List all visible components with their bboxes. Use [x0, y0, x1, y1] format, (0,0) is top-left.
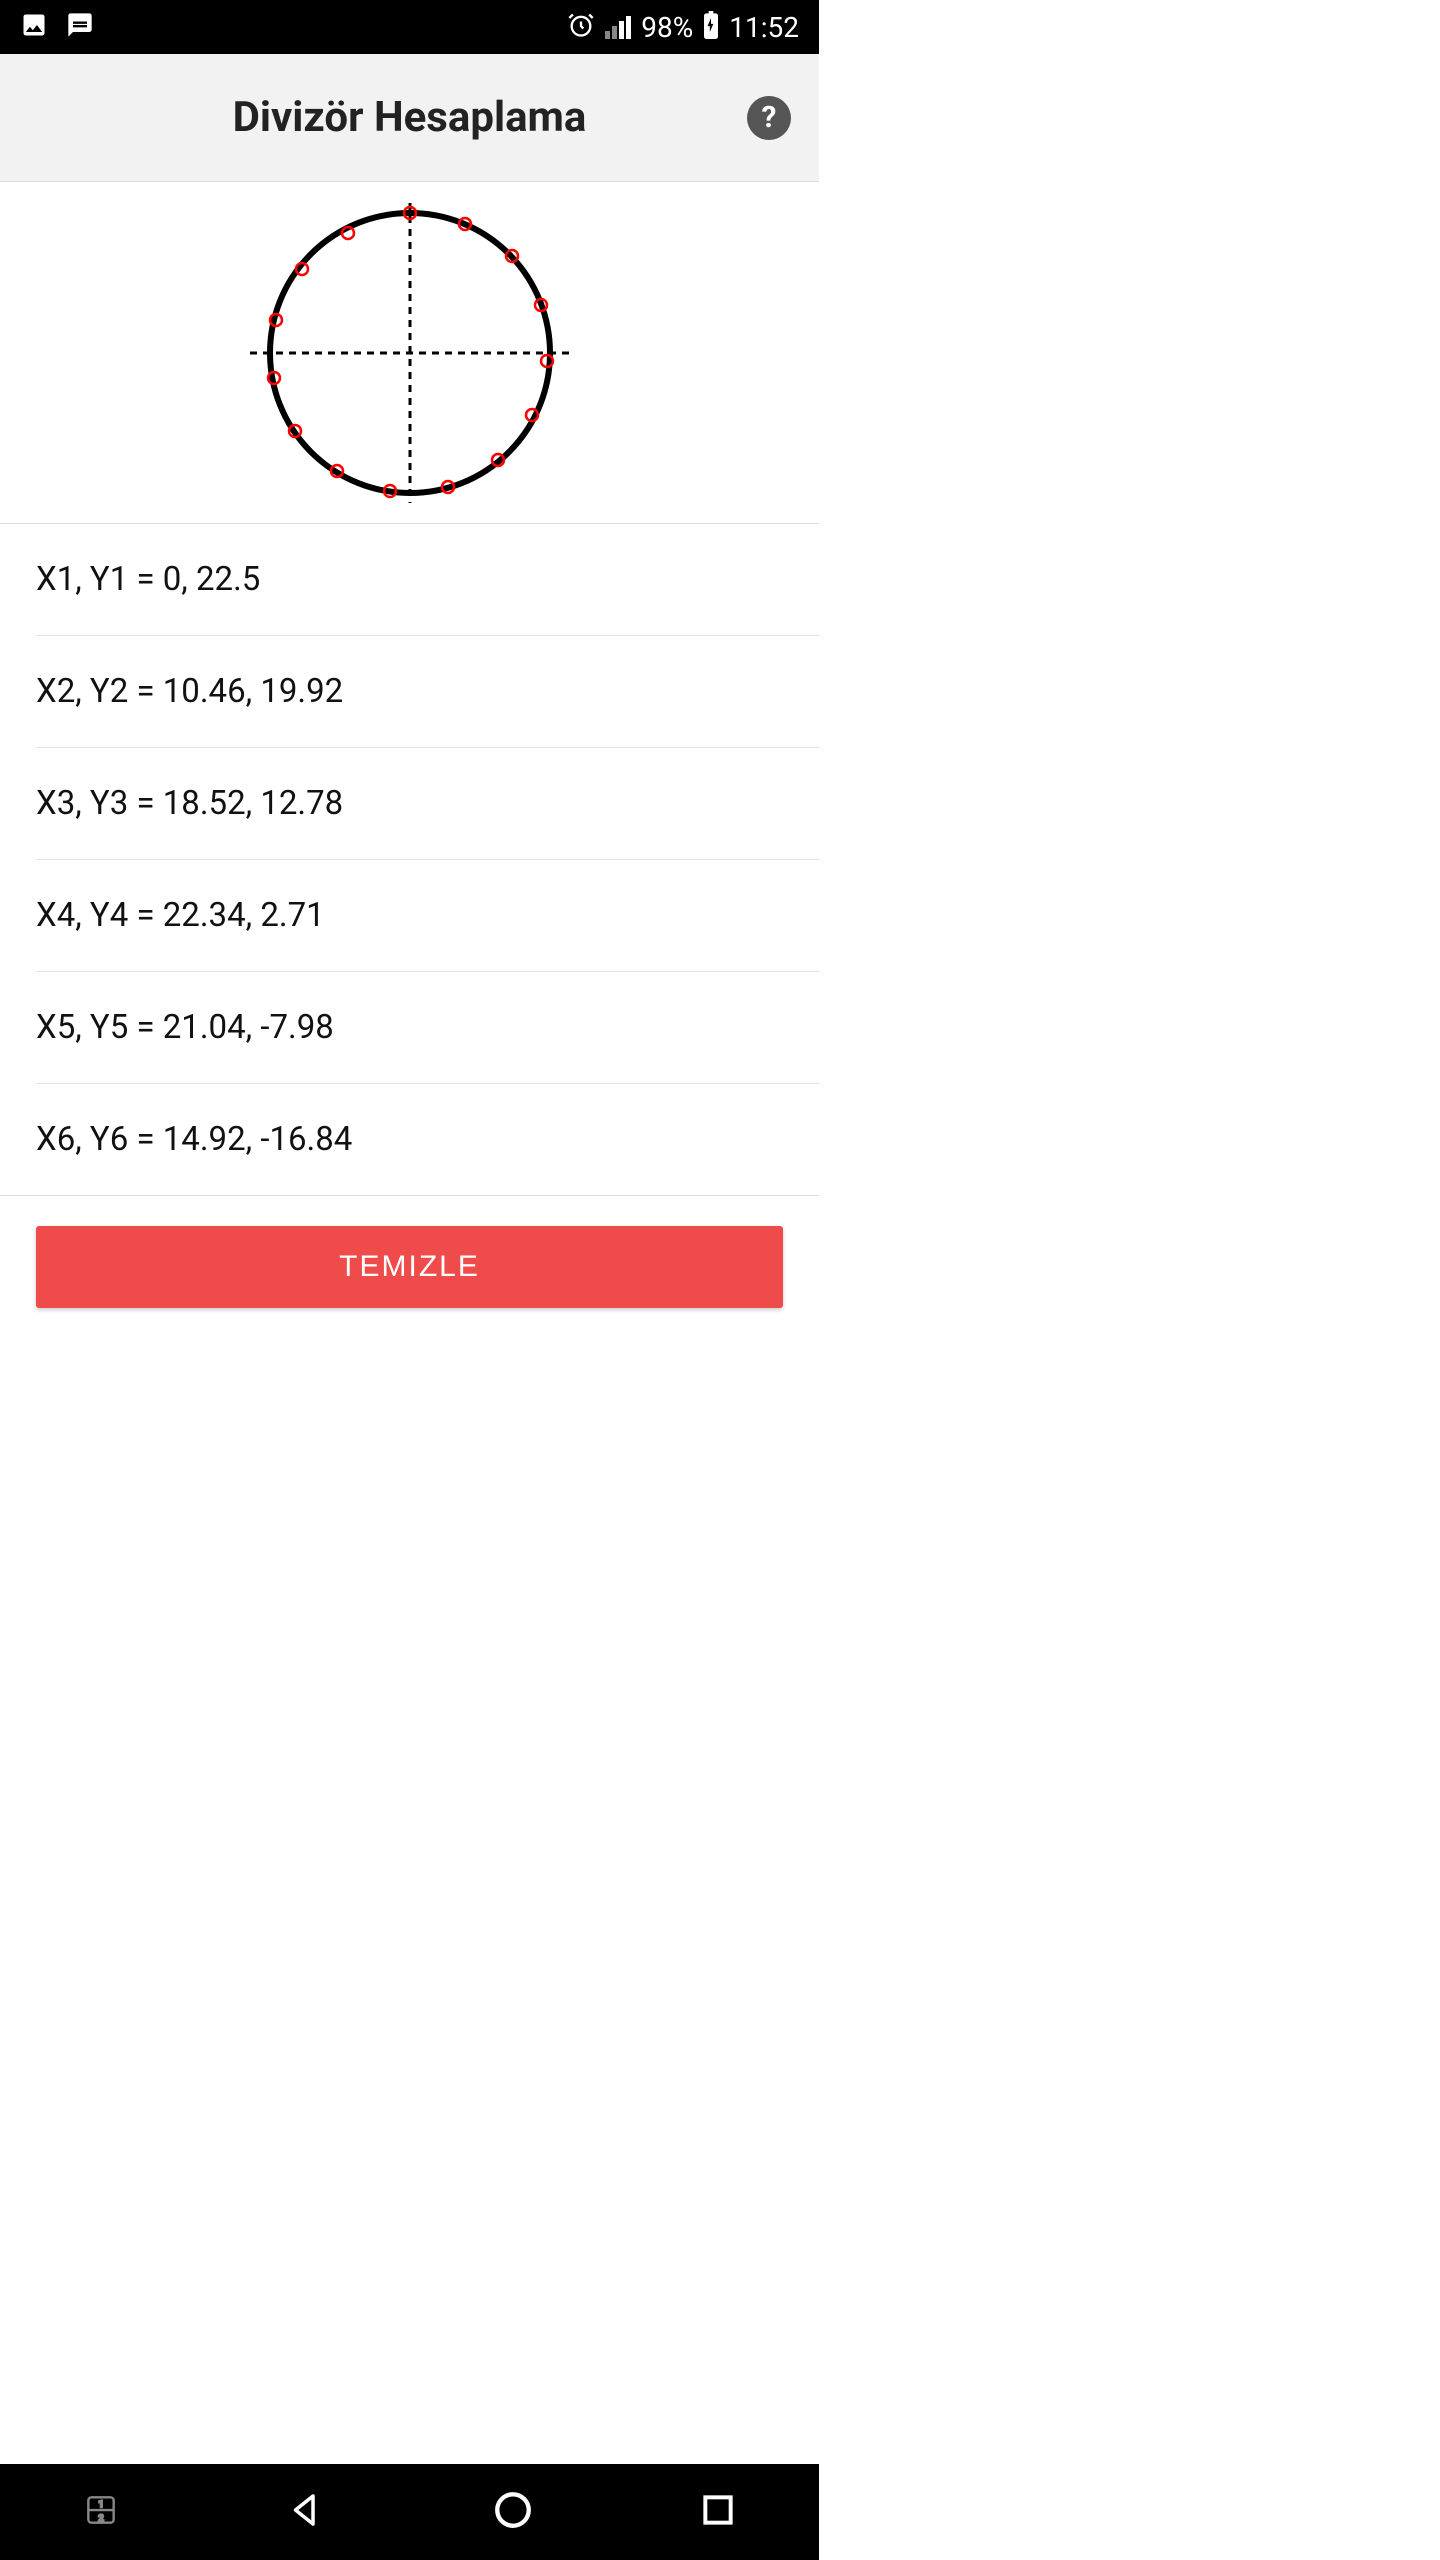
recent-icon[interactable]	[699, 2491, 737, 2533]
alarm-icon	[567, 11, 595, 43]
help-button[interactable]: ?	[747, 96, 791, 140]
battery-icon	[703, 11, 719, 43]
page-title: Divizör Hesaplama	[233, 93, 587, 142]
divisor-diagram	[0, 182, 819, 524]
status-bar: 98% 11:52	[0, 0, 819, 54]
status-left	[20, 11, 94, 43]
svg-text:1: 1	[99, 2499, 104, 2510]
back-icon[interactable]	[285, 2489, 327, 2535]
clear-button[interactable]: TEMIZLE	[36, 1226, 783, 1308]
list-item: X2, Y2 = 10.46, 19.92	[0, 636, 819, 747]
list-item: X6, Y6 = 14.92, -16.84	[0, 1084, 819, 1195]
list-item: X1, Y1 = 0, 22.5	[0, 524, 819, 635]
coordinates-list[interactable]: X1, Y1 = 0, 22.5 X2, Y2 = 10.46, 19.92 X…	[0, 524, 819, 1195]
clear-area: TEMIZLE	[0, 1195, 819, 1338]
split-icon[interactable]: 12	[82, 2491, 120, 2533]
navigation-bar: 12	[0, 2464, 819, 2560]
list-item: X3, Y3 = 18.52, 12.78	[0, 748, 819, 859]
status-right: 98% 11:52	[567, 11, 799, 44]
message-icon	[66, 11, 94, 43]
svg-text:2: 2	[99, 2513, 104, 2524]
signal-icon	[605, 16, 631, 39]
list-item: X4, Y4 = 22.34, 2.71	[0, 860, 819, 971]
image-icon	[20, 11, 48, 43]
list-item: X5, Y5 = 21.04, -7.98	[0, 972, 819, 1083]
clock-time: 11:52	[729, 11, 799, 44]
battery-percent: 98%	[641, 11, 693, 44]
app-header: Divizör Hesaplama ?	[0, 54, 819, 182]
home-icon[interactable]	[492, 2489, 534, 2535]
